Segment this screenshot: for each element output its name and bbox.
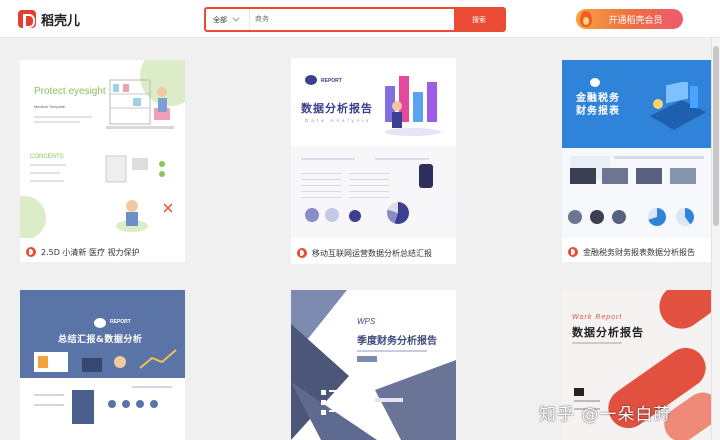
scrollbar-thumb[interactable]	[713, 46, 719, 226]
search-bar: 全部 搜索	[204, 7, 506, 32]
template-card[interactable]: 金融税务 财务报表 金融税务财务报表数据分析报告	[562, 60, 712, 262]
docer-logo-icon	[18, 10, 36, 28]
template-card[interactable]: WPS 季度财务分析报告	[291, 290, 456, 440]
template-thumbnail[interactable]: Protect eyesight Medical Template CONCEN…	[20, 60, 185, 238]
template-caption[interactable]: 2.5D 小清新 医疗 视力保护	[20, 242, 185, 262]
thumbnail-title: 数据分析报告	[572, 326, 644, 339]
template-card[interactable]: REPORT 总结汇报&数据分析	[20, 290, 185, 440]
thumbnail-title-line-2: 财务报表	[576, 106, 620, 117]
thumbnail-badge: REPORT	[321, 78, 342, 84]
wps-presentation-icon	[568, 247, 578, 257]
thumbnail-title-line-1: 金融税务	[576, 93, 620, 104]
thumbnail-title: 总结汇报&数据分析	[58, 335, 143, 345]
template-title: 2.5D 小清新 医疗 视力保护	[41, 247, 140, 257]
thumbnail-title: 季度财务分析报告	[357, 336, 437, 347]
flame-icon	[580, 11, 592, 27]
search-scope-select[interactable]: 全部	[206, 9, 250, 30]
thumbnail-badge: REPORT	[110, 319, 131, 325]
thumbnail-kicker: Work Report	[572, 314, 623, 321]
template-thumbnail[interactable]: 金融税务 财务报表	[562, 60, 712, 238]
thumbnail-title: 金融税务 财务报表	[576, 92, 620, 118]
illustration-image	[650, 82, 706, 130]
template-caption[interactable]: 金融税务财务报表数据分析报告	[562, 242, 712, 262]
thumbnail-title: 数据分析报告	[301, 102, 373, 115]
illustration-image	[34, 349, 177, 372]
template-caption[interactable]: 移动互联网运营数据分析总结汇报	[291, 242, 456, 264]
template-title: 金融税务财务报表数据分析报告	[583, 247, 695, 257]
site-logo[interactable]: 稻壳儿	[18, 9, 80, 29]
template-thumbnail[interactable]: REPORT 数据分析报告 Data Analysis	[291, 58, 456, 238]
template-card[interactable]: REPORT 数据分析报告 Data Analysis 移动互联网运营数据分析总…	[291, 58, 456, 264]
wps-presentation-icon	[26, 247, 36, 257]
template-thumbnail[interactable]: REPORT 总结汇报&数据分析	[20, 290, 185, 440]
vip-membership-button[interactable]: 开通稻壳会员	[576, 9, 683, 29]
vip-button-label: 开通稻壳会员	[608, 15, 663, 26]
template-title: 移动互联网运营数据分析总结汇报	[312, 248, 432, 258]
illustration-image	[291, 290, 456, 440]
thumbnail-section: CONCENTS	[30, 154, 64, 160]
illustration-image	[106, 79, 174, 129]
search-scope-label: 全部	[213, 15, 227, 24]
template-thumbnail[interactable]: WPS 季度财务分析报告	[291, 290, 456, 440]
illustration-image	[385, 76, 441, 136]
template-card[interactable]: Protect eyesight Medical Template CONCEN…	[20, 60, 185, 262]
search-input[interactable]	[250, 9, 454, 30]
chevron-down-icon	[232, 14, 240, 22]
watermark: 知乎 @一朵白莳	[539, 405, 672, 425]
logo-text: 稻壳儿	[41, 13, 81, 29]
wps-presentation-icon	[297, 248, 307, 258]
thumbnail-title: Protect eyesight	[34, 86, 106, 97]
page-scrollbar[interactable]	[711, 38, 720, 440]
thumbnail-subtitle: Data Analysis	[305, 118, 372, 123]
illustration-image	[105, 155, 173, 232]
thumbnail-subtitle: Medical Template	[34, 104, 66, 109]
top-navigation-bar: 稻壳儿 全部 搜索 开通稻壳会员	[0, 0, 720, 38]
thumbnail-brand: WPS	[357, 317, 376, 326]
search-button[interactable]: 搜索	[454, 9, 504, 30]
